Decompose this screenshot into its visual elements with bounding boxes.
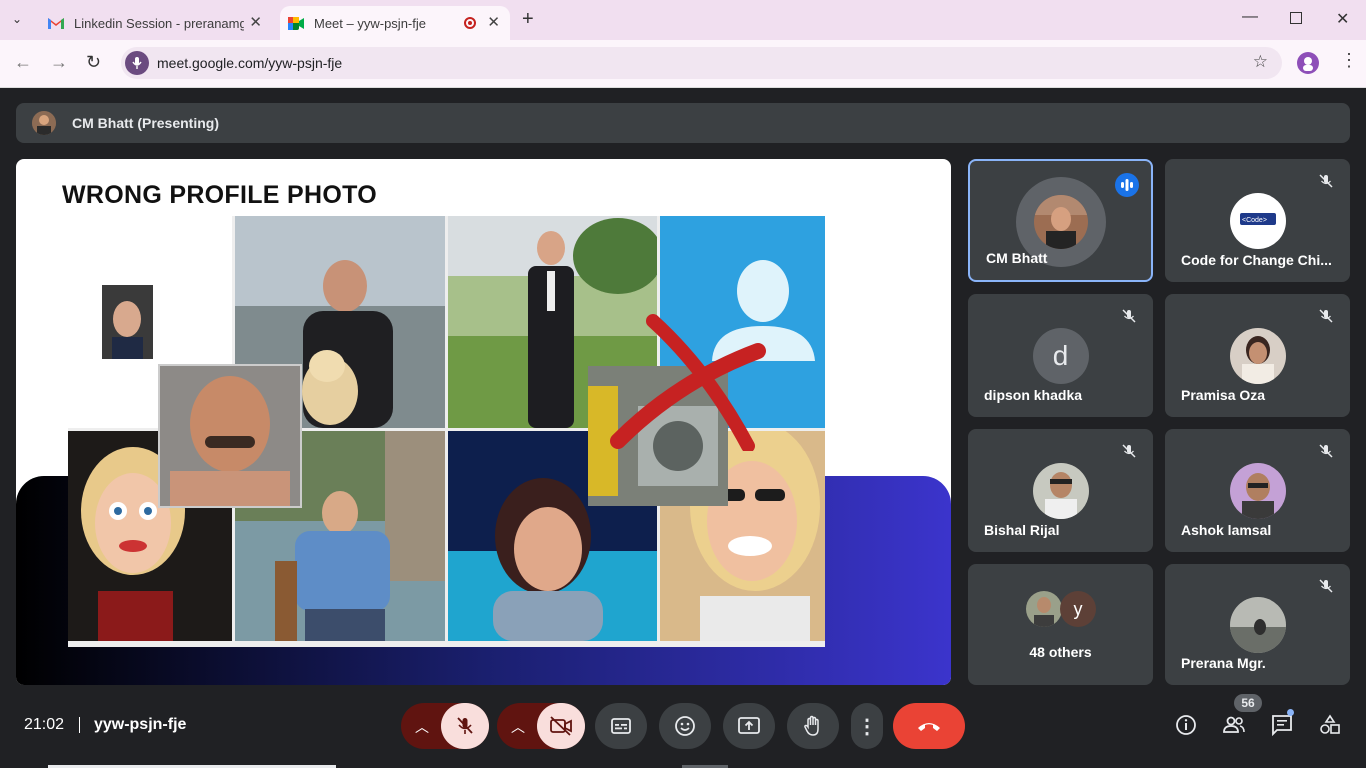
raise-hand-icon [804,715,819,736]
minimize-icon[interactable]: — [1242,8,1258,26]
mic-off-icon [1319,309,1333,323]
speaking-indicator-icon [1115,173,1139,197]
leave-call-button[interactable] [893,703,965,749]
participant-initial-avatar: y [1060,591,1096,627]
browser-tab-bar: ⌄ Linkedin Session - preranamgr2 ✕ Meet … [0,0,1366,40]
microphone-permission-icon[interactable] [125,51,149,75]
collage-photo-mustache-man [158,364,302,508]
close-tab-icon[interactable]: ✕ [249,13,262,31]
more-vertical-icon: ⋮ [857,715,877,738]
participant-name: Bishal Rijal [984,522,1060,538]
photo-collage [68,216,825,647]
restore-icon[interactable] [1290,12,1302,24]
chat-notification-dot [1287,709,1294,716]
people-count-badge: 56 [1234,694,1262,712]
others-tile[interactable]: y 48 others [968,564,1153,685]
participant-tile[interactable]: <Code> Code for Change Chi... [1165,159,1350,282]
current-time: 21:02 [24,716,65,733]
camera-control-group: ︿ [497,703,585,749]
others-count-label: 48 others [1029,644,1092,660]
participant-avatar [1229,597,1286,653]
raise-hand-button[interactable] [787,703,839,749]
camera-off-icon [550,716,572,736]
participant-avatar [1026,591,1062,627]
participant-avatar [1229,463,1286,519]
present-screen-icon [738,717,760,734]
forward-icon[interactable]: → [50,52,68,73]
microphone-toggle-button[interactable] [441,703,489,749]
participant-name: dipson khadka [984,387,1083,403]
browser-menu-icon[interactable]: ⋮ [1340,50,1358,71]
back-icon[interactable]: ← [14,52,32,73]
reactions-button[interactable] [659,703,711,749]
participant-tile[interactable]: d dipson khadka [968,294,1153,417]
mic-off-icon [1122,444,1136,458]
presenter-label: CM Bhatt (Presenting) [72,115,219,131]
audio-options-chevron-icon[interactable]: ︿ [415,717,429,737]
meeting-code: yyw-psjn-fje [93,716,187,733]
participant-tile[interactable]: Pramisa Oza [1165,294,1350,417]
participant-avatar [1032,463,1089,519]
address-bar[interactable]: meet.google.com/yyw-psjn-fje ☆ [121,47,1282,79]
reload-icon[interactable]: ↻ [86,52,101,73]
participant-name: Ashok lamsal [1181,522,1272,538]
people-icon[interactable] [1222,714,1246,736]
profile-avatar[interactable] [1297,52,1319,74]
activities-icon[interactable] [1319,714,1341,736]
participant-tile[interactable]: CM Bhatt [968,159,1153,282]
mic-off-icon [1319,174,1333,188]
participant-avatar: <Code> [1229,193,1286,249]
close-tab-icon[interactable]: ✕ [487,13,500,31]
presenter-bar: CM Bhatt (Presenting) [16,103,1350,143]
recording-icon [464,17,476,29]
new-tab-icon[interactable]: + [522,8,534,31]
chat-icon[interactable] [1271,714,1295,736]
tab-linkedin[interactable]: Linkedin Session - preranamgr2 ✕ [40,6,274,40]
meeting-info-text: 21:02 yyw-psjn-fje [24,716,186,734]
divider [78,716,80,733]
gmail-icon [48,18,64,29]
captions-button[interactable] [595,703,647,749]
participant-name: Code for Change Chi... [1181,252,1332,268]
tab-search-icon[interactable]: ⌄ [12,12,22,26]
tab-title: Meet – yyw-psjn-fje [314,15,426,31]
emoji-icon [675,716,695,736]
camera-toggle-button[interactable] [537,703,585,749]
video-options-chevron-icon[interactable]: ︿ [511,717,525,737]
participant-name: Prerana Mgr. [1181,655,1266,671]
mic-off-icon [457,717,473,734]
mic-off-icon [1319,444,1333,458]
presentation-slide: WRONG PROFILE PHOTO [16,159,951,685]
more-options-button[interactable]: ⋮ [851,703,883,749]
participant-tile[interactable]: Ashok lamsal [1165,429,1350,552]
close-window-icon[interactable]: ✕ [1336,9,1349,29]
participant-initial-avatar: d [1032,328,1089,384]
participant-name: CM Bhatt [986,250,1048,266]
slide-title: WRONG PROFILE PHOTO [62,181,377,209]
mic-off-icon [1122,309,1136,323]
tab-title: Linkedin Session - preranamgr2 [74,15,244,31]
end-call-icon [918,723,940,731]
bookmark-star-icon[interactable]: ☆ [1253,52,1268,72]
meeting-details-info-icon[interactable] [1175,714,1197,736]
mic-control-group: ︿ [401,703,489,749]
participant-avatar [1229,328,1286,384]
participant-tile[interactable]: Bishal Rijal [968,429,1153,552]
svg-text:<Code>: <Code> [1242,217,1267,224]
tab-meet[interactable]: Meet – yyw-psjn-fje ✕ [280,6,510,40]
browser-toolbar: ← → ↻ meet.google.com/yyw-psjn-fje ☆ ⋮ [0,40,1366,88]
closed-captions-icon [611,718,631,734]
present-screen-button[interactable] [723,703,775,749]
meet-icon [288,16,304,30]
red-x-mark [610,314,766,451]
presenter-avatar [32,111,56,135]
participant-name: Pramisa Oza [1181,387,1266,403]
participant-tile[interactable]: Prerana Mgr. [1165,564,1350,685]
url-text: meet.google.com/yyw-psjn-fje [157,55,343,71]
mic-off-icon [1319,579,1333,593]
